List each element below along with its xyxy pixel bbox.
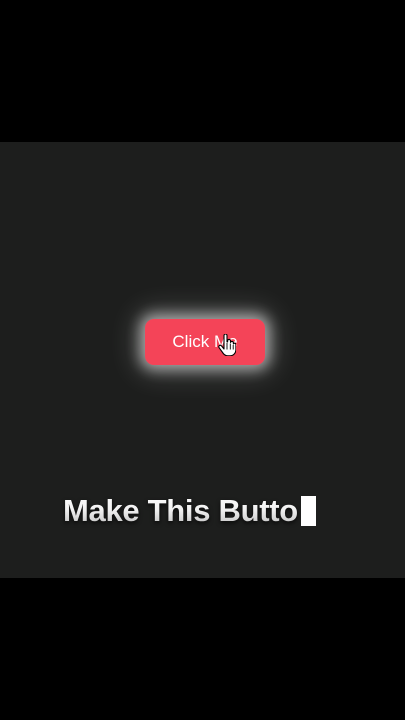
typing-caret [300, 496, 316, 526]
caption-text: Make This Butto [63, 493, 298, 528]
bottom-letterbox [0, 578, 405, 720]
caption: Make This Butto [63, 491, 316, 531]
top-letterbox [0, 0, 405, 142]
video-stage: Click Me Make This Butto [0, 142, 405, 578]
click-me-button[interactable]: Click Me [145, 319, 265, 365]
